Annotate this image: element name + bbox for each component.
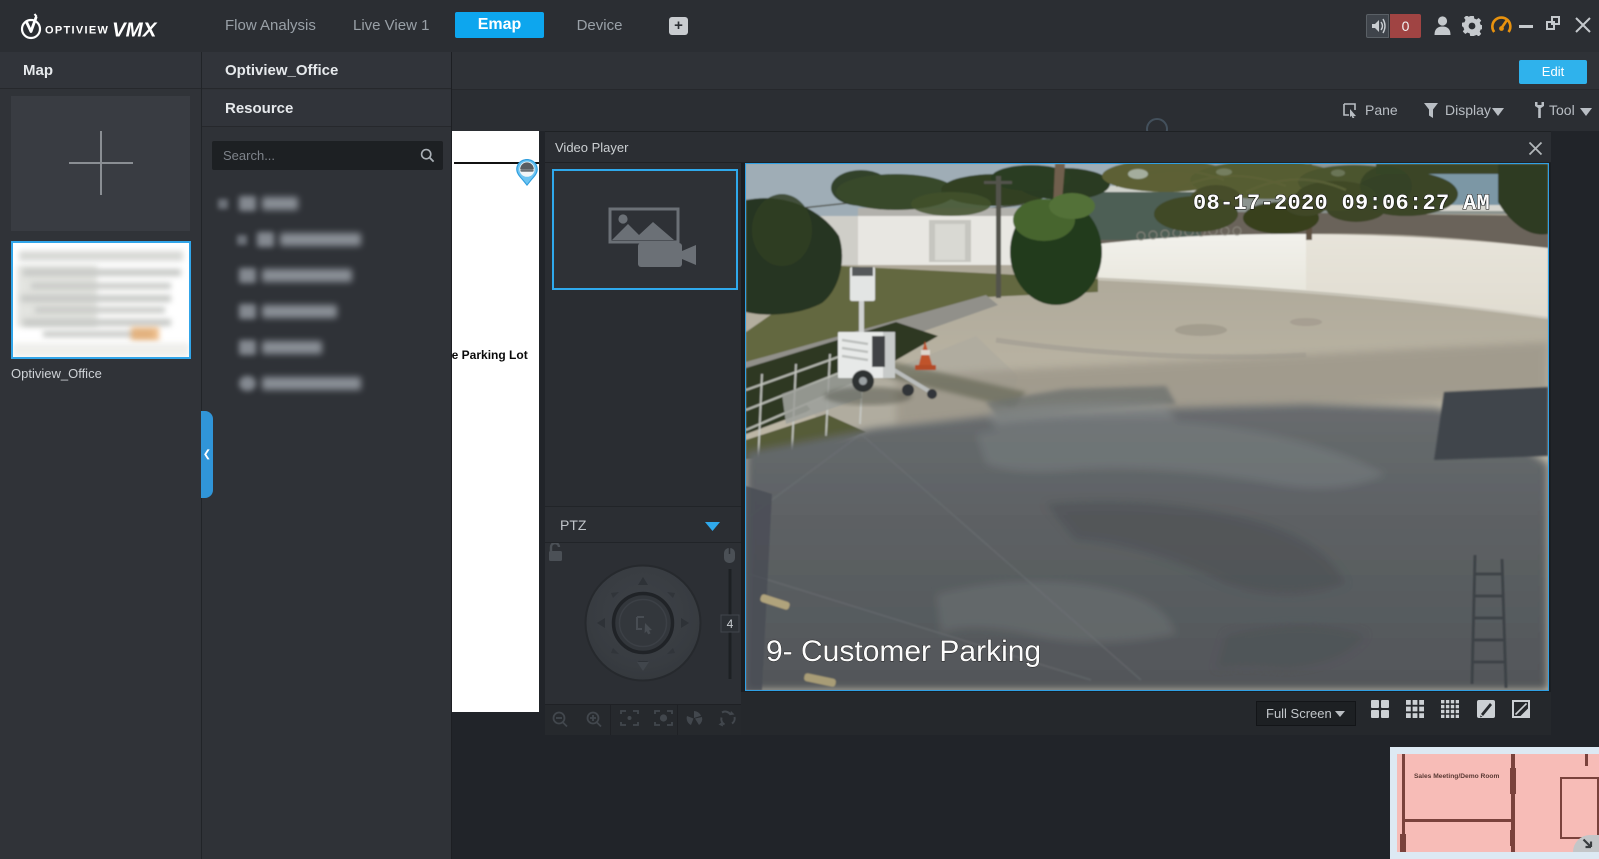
svg-text:4: 4 [727, 617, 734, 631]
svg-text:OPTIVIEW: OPTIVIEW [45, 25, 109, 37]
svg-text:VMX: VMX [112, 19, 158, 42]
svg-text:9- Customer Parking: 9- Customer Parking [766, 635, 1041, 668]
svg-text:08-17-2020 09:06:27 AM: 08-17-2020 09:06:27 AM [1193, 191, 1490, 216]
